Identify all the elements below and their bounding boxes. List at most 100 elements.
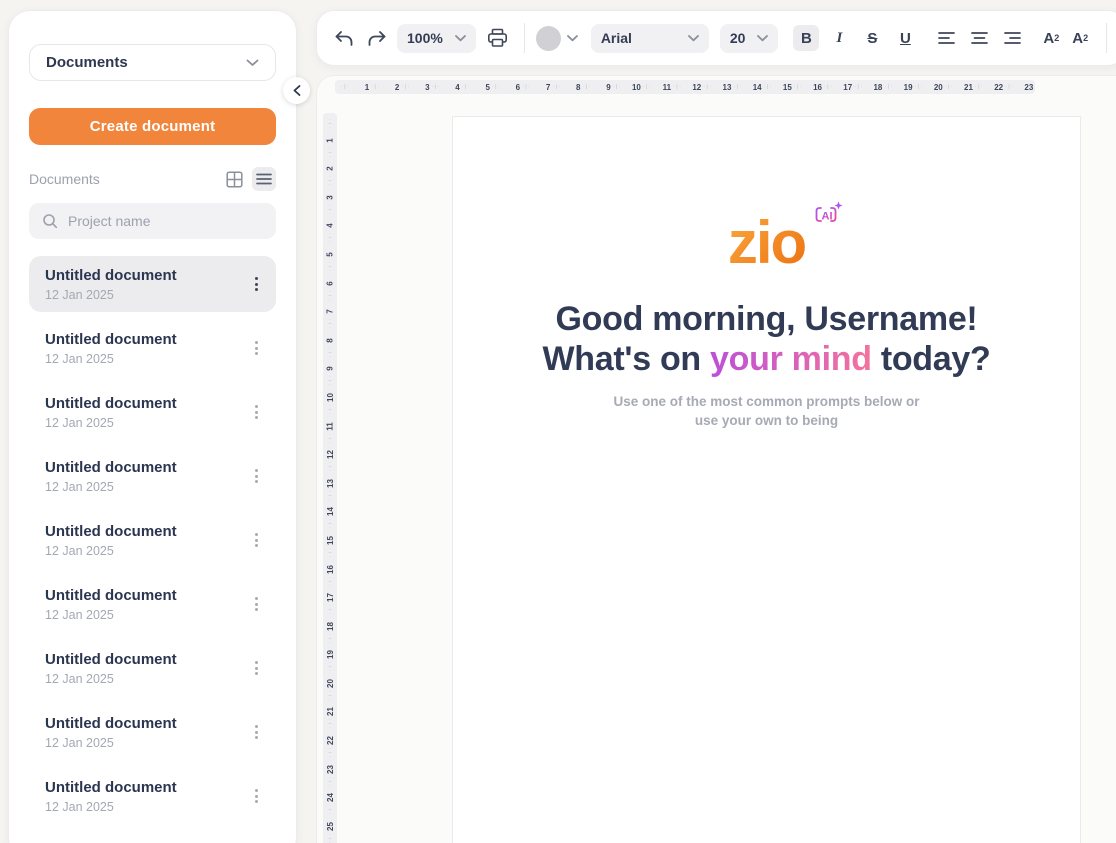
kebab-menu-icon[interactable] xyxy=(249,783,264,809)
underline-button[interactable]: U xyxy=(892,25,918,51)
bold-button[interactable]: B xyxy=(793,25,819,51)
document-title: Untitled document xyxy=(45,650,177,669)
document-list-item[interactable]: Untitled document 12 Jan 2025 xyxy=(29,704,276,760)
align-center-button[interactable] xyxy=(966,25,992,51)
ruler-number: 17 xyxy=(843,83,852,92)
greeting-line1: Good morning, Username! xyxy=(556,300,978,338)
document-list-item[interactable]: Untitled document 12 Jan 2025 xyxy=(29,256,276,312)
ruler-number: 14 xyxy=(753,83,762,92)
zoom-value: 100% xyxy=(407,30,443,46)
kebab-menu-icon[interactable] xyxy=(249,719,264,745)
editor-main: 100% Arial 20 B I xyxy=(316,10,1116,843)
greeting-line2-prefix: What's on xyxy=(543,340,711,378)
ruler-number: 15 xyxy=(783,83,792,92)
documents-section-title: Documents xyxy=(29,171,100,187)
kebab-menu-icon[interactable] xyxy=(249,591,264,617)
color-swatch-icon xyxy=(536,26,561,51)
toolbar-divider xyxy=(1106,23,1107,53)
document-list-item[interactable]: Untitled document 12 Jan 2025 xyxy=(29,320,276,376)
document-list-item[interactable]: Untitled document 12 Jan 2025 xyxy=(29,640,276,696)
greeting-highlight: your mind xyxy=(710,340,872,378)
kebab-menu-icon[interactable] xyxy=(249,271,264,297)
ruler-number: 21 xyxy=(964,83,973,92)
document-list-item[interactable]: Untitled document 12 Jan 2025 xyxy=(29,384,276,440)
kebab-menu-icon[interactable] xyxy=(249,527,264,553)
kebab-menu-icon[interactable] xyxy=(249,655,264,681)
horizontal-ruler[interactable]: 1234567891011121314151617181920212223 xyxy=(335,80,1035,94)
ruler-number: 12 xyxy=(692,83,701,92)
redo-button[interactable] xyxy=(364,25,390,51)
kebab-menu-icon[interactable] xyxy=(249,463,264,489)
align-left-button[interactable] xyxy=(933,25,959,51)
chevron-down-icon xyxy=(246,59,259,67)
document-list-item[interactable]: Untitled document 12 Jan 2025 xyxy=(29,768,276,824)
print-button[interactable] xyxy=(485,25,511,51)
superscript-button[interactable]: A2 xyxy=(1040,25,1062,51)
ruler-number: 18 xyxy=(326,622,335,631)
undo-button[interactable] xyxy=(331,25,357,51)
font-family-dropdown[interactable]: Arial xyxy=(591,24,709,53)
document-date: 12 Jan 2025 xyxy=(45,672,177,686)
ruler-number: 5 xyxy=(325,252,334,256)
document-list-item[interactable]: Untitled document 12 Jan 2025 xyxy=(29,576,276,632)
editor-toolbar: 100% Arial 20 B I xyxy=(316,10,1116,66)
ruler-number: 12 xyxy=(326,450,335,459)
editor-canvas: 1234567891011121314151617181920212223 12… xyxy=(316,75,1116,843)
ruler-number: 8 xyxy=(325,338,334,342)
ruler-number: 18 xyxy=(873,83,882,92)
ruler-number: 9 xyxy=(325,367,334,371)
sidebar-collapse-button[interactable] xyxy=(283,77,310,104)
document-list-item[interactable]: Untitled document 12 Jan 2025 xyxy=(29,512,276,568)
document-title: Untitled document xyxy=(45,266,177,285)
document-title: Untitled document xyxy=(45,394,177,413)
document-title: Untitled document xyxy=(45,330,177,349)
document-list-item[interactable]: Untitled document 12 Jan 2025 xyxy=(29,448,276,504)
create-document-button[interactable]: Create document xyxy=(29,108,276,145)
document-page[interactable]: zio AI Good m xyxy=(452,116,1081,843)
document-title: Untitled document xyxy=(45,522,177,541)
document-title: Untitled document xyxy=(45,586,177,605)
font-family-value: Arial xyxy=(601,30,632,46)
zoom-dropdown[interactable]: 100% xyxy=(397,24,476,53)
zio-logo-text: zio xyxy=(728,209,805,276)
font-size-value: 20 xyxy=(730,30,746,46)
italic-button[interactable]: I xyxy=(826,25,852,51)
ruler-number: 19 xyxy=(904,83,913,92)
ruler-number: 6 xyxy=(325,281,334,285)
align-right-button[interactable] xyxy=(999,25,1025,51)
document-title: Untitled document xyxy=(45,778,177,797)
chevron-down-icon xyxy=(688,35,699,42)
font-size-dropdown[interactable]: 20 xyxy=(720,24,779,53)
ai-badge-icon: AI xyxy=(811,201,843,231)
kebab-menu-icon[interactable] xyxy=(249,399,264,425)
chevron-down-icon xyxy=(567,35,578,42)
ruler-number: 13 xyxy=(723,83,732,92)
ruler-number: 22 xyxy=(994,83,1003,92)
ruler-number: 15 xyxy=(326,536,335,545)
ruler-number: 25 xyxy=(326,822,335,831)
greeting-heading: Good morning, Username! What's on your m… xyxy=(453,299,1080,379)
search-box xyxy=(29,203,276,239)
kebab-menu-icon[interactable] xyxy=(249,335,264,361)
document-date: 12 Jan 2025 xyxy=(45,288,177,302)
text-color-dropdown[interactable] xyxy=(536,26,578,51)
ruler-number: 22 xyxy=(326,736,335,745)
search-input[interactable] xyxy=(68,213,263,229)
vertical-ruler[interactable]: 1234567891011121314151617181920212223242… xyxy=(323,113,337,843)
subscript-button[interactable]: A2 xyxy=(1069,25,1091,51)
list-view-icon[interactable] xyxy=(252,167,276,191)
ruler-number: 10 xyxy=(632,83,641,92)
document-date: 12 Jan 2025 xyxy=(45,736,177,750)
collection-dropdown[interactable]: Documents xyxy=(29,44,276,81)
ruler-number: 24 xyxy=(326,793,335,802)
ai-badge-label: AI xyxy=(822,211,833,223)
chevron-down-icon xyxy=(757,35,768,42)
grid-view-icon[interactable] xyxy=(222,167,246,191)
ruler-number: 2 xyxy=(325,166,334,170)
ruler-number: 4 xyxy=(325,224,334,228)
document-date: 12 Jan 2025 xyxy=(45,480,177,494)
ruler-number: 19 xyxy=(326,650,335,659)
toolbar-divider xyxy=(524,23,525,53)
strikethrough-button[interactable]: S xyxy=(859,25,885,51)
greeting-line2-suffix: today? xyxy=(872,340,991,378)
